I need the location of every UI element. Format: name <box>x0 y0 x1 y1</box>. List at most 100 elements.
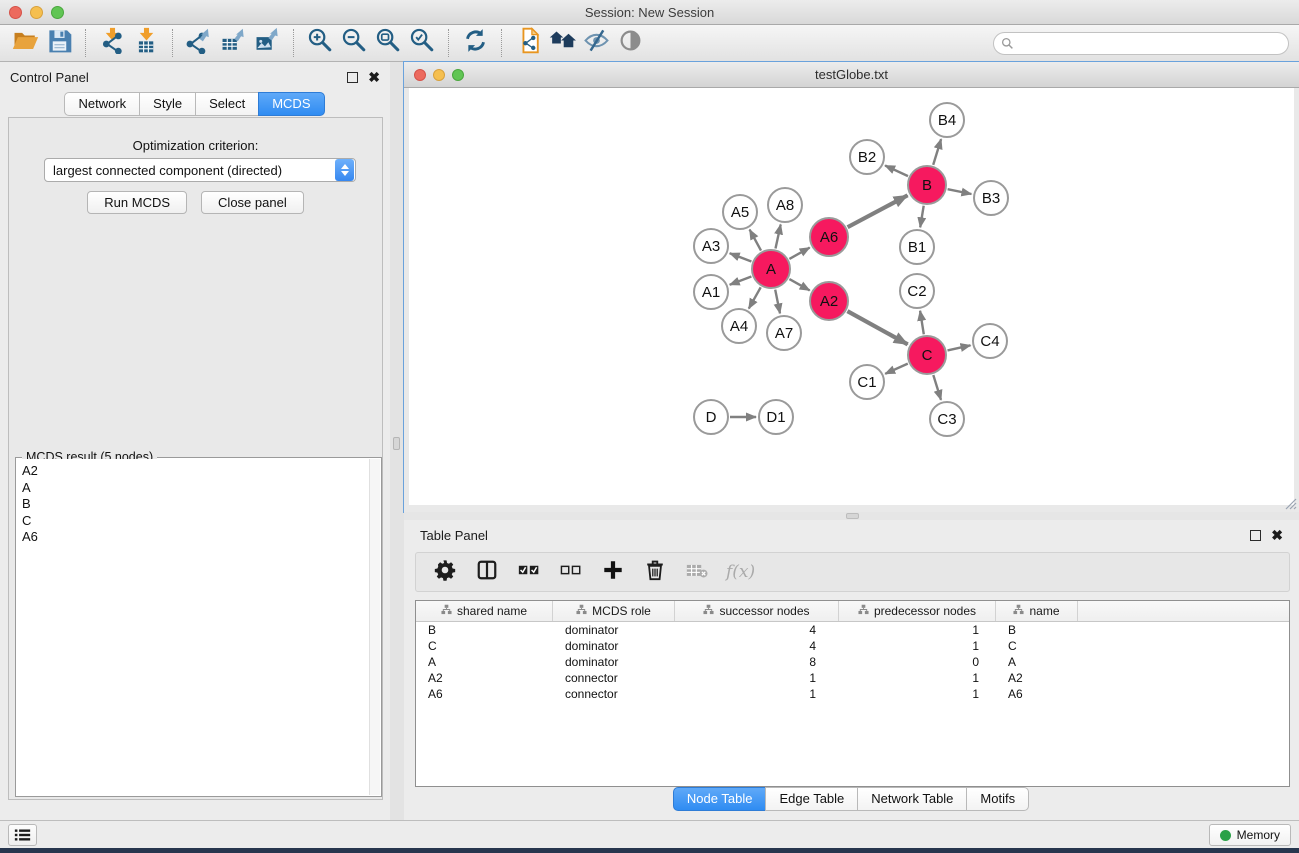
import-table-button[interactable] <box>129 27 163 59</box>
open-file-button[interactable] <box>8 27 42 59</box>
add-column-button[interactable] <box>600 559 626 585</box>
table-settings-button[interactable] <box>432 559 458 585</box>
graph-node-A5[interactable]: A5 <box>722 194 758 230</box>
graph-node-A4[interactable]: A4 <box>721 308 757 344</box>
result-item[interactable]: B <box>22 496 380 513</box>
tab-motifs[interactable]: Motifs <box>966 787 1029 811</box>
toolbar-separator <box>501 29 502 57</box>
table-cell: 1 <box>839 687 996 701</box>
task-history-button[interactable] <box>8 824 37 846</box>
graph-node-A3[interactable]: A3 <box>693 228 729 264</box>
tab-node-table[interactable]: Node Table <box>673 787 767 811</box>
network-window-titlebar[interactable]: testGlobe.txt <box>404 62 1299 88</box>
criterion-select[interactable]: largest connected component (directed) <box>44 158 356 182</box>
result-scrollbar[interactable] <box>369 459 380 795</box>
result-item[interactable]: A2 <box>22 463 380 480</box>
refresh-layout-button[interactable] <box>458 27 492 59</box>
float-panel-icon[interactable] <box>347 72 358 83</box>
graph-edge <box>730 253 752 261</box>
graph-node-A7[interactable]: A7 <box>766 315 802 351</box>
result-item[interactable]: A <box>22 480 380 497</box>
horizontal-splitter[interactable] <box>404 512 1299 520</box>
delete-column-button[interactable] <box>642 559 668 585</box>
tab-select[interactable]: Select <box>195 92 259 116</box>
float-panel-icon[interactable] <box>1250 530 1261 541</box>
table-row[interactable]: A6connector11A6 <box>416 686 1289 702</box>
graph-node-D[interactable]: D <box>693 399 729 435</box>
resize-grip-icon[interactable] <box>1284 497 1297 510</box>
column-header-filler <box>1078 601 1289 621</box>
table-row[interactable]: Cdominator41C <box>416 638 1289 654</box>
close-panel-icon[interactable]: ✖ <box>368 72 380 83</box>
graph-node-C2[interactable]: C2 <box>899 273 935 309</box>
deselect-all-columns-button[interactable] <box>558 559 584 585</box>
zoom-out-button[interactable] <box>337 27 371 59</box>
zoom-in-button[interactable] <box>303 27 337 59</box>
tab-edge-table[interactable]: Edge Table <box>765 787 858 811</box>
graph-node-B1[interactable]: B1 <box>899 229 935 265</box>
column-header-predecessor-nodes[interactable]: predecessor nodes <box>839 601 996 621</box>
graph-node-C3[interactable]: C3 <box>929 401 965 437</box>
main-toolbar <box>0 25 1299 62</box>
result-item[interactable]: C <box>22 513 380 530</box>
graph-node-A8[interactable]: A8 <box>767 187 803 223</box>
toolbar-separator <box>293 29 294 57</box>
graph-node-C4[interactable]: C4 <box>972 323 1008 359</box>
import-network-button[interactable] <box>95 27 129 59</box>
column-header-successor-nodes[interactable]: successor nodes <box>675 601 839 621</box>
table-cell: 0 <box>839 655 996 669</box>
contrast-eye-button[interactable] <box>613 27 647 59</box>
vertical-splitter[interactable] <box>390 62 404 820</box>
search-input[interactable] <box>1018 35 1288 53</box>
select-all-columns-button[interactable] <box>516 559 542 585</box>
tab-network-table[interactable]: Network Table <box>857 787 967 811</box>
home-button[interactable] <box>545 27 579 59</box>
export-network-button[interactable] <box>182 27 216 59</box>
graph-node-B[interactable]: B <box>907 165 947 205</box>
table-cell: A <box>996 655 1078 669</box>
graph-node-A1[interactable]: A1 <box>693 274 729 310</box>
network-canvas[interactable]: A A1 A3A5A8 A4A7 A6 A2 B B1 B2 B3 B4 C C1 C2 C3 C4 D D1 <box>409 88 1294 505</box>
graph-node-B4[interactable]: B4 <box>929 102 965 138</box>
column-header-MCDS-role[interactable]: MCDS role <box>553 601 675 621</box>
graph-node-C[interactable]: C <box>907 335 947 375</box>
result-item[interactable]: A6 <box>22 529 380 546</box>
zoom-selected-icon <box>409 27 436 59</box>
graph-node-C1[interactable]: C1 <box>849 364 885 400</box>
table-cell: B <box>416 623 553 637</box>
tab-style[interactable]: Style <box>139 92 196 116</box>
table-row[interactable]: Adominator80A <box>416 654 1289 670</box>
table-row[interactable]: A2connector11A2 <box>416 670 1289 686</box>
split-view-button[interactable] <box>474 559 500 585</box>
graph-edge <box>933 375 941 400</box>
graph-edge <box>848 195 908 227</box>
search-field[interactable] <box>993 32 1289 55</box>
clone-network-button[interactable] <box>511 27 545 59</box>
memory-button[interactable]: Memory <box>1209 824 1291 846</box>
save-session-button[interactable] <box>42 27 76 59</box>
splitter-grip[interactable] <box>393 437 400 450</box>
graph-node-B2[interactable]: B2 <box>849 139 885 175</box>
zoom-fit-button[interactable] <box>371 27 405 59</box>
run-mcds-button[interactable]: Run MCDS <box>87 191 187 214</box>
close-panel-icon[interactable]: ✖ <box>1271 530 1283 541</box>
zoom-selected-button[interactable] <box>405 27 439 59</box>
column-header-shared-name[interactable]: shared name <box>416 601 553 621</box>
table-cell: 1 <box>839 671 996 685</box>
graph-node-B3[interactable]: B3 <box>973 180 1009 216</box>
table-row[interactable]: Bdominator41B <box>416 622 1289 638</box>
import-table-icon <box>133 27 160 59</box>
tab-mcds[interactable]: MCDS <box>258 92 324 116</box>
export-image-button[interactable] <box>250 27 284 59</box>
hide-panel-button[interactable] <box>579 27 613 59</box>
graph-node-D1[interactable]: D1 <box>758 399 794 435</box>
graph-node-A2[interactable]: A2 <box>809 281 849 321</box>
splitter-grip[interactable] <box>846 513 859 519</box>
graph-node-A[interactable]: A <box>751 249 791 289</box>
export-table-button[interactable] <box>216 27 250 59</box>
close-panel-button[interactable]: Close panel <box>201 191 304 214</box>
tab-network[interactable]: Network <box>64 92 140 116</box>
column-header-name[interactable]: name <box>996 601 1078 621</box>
function-builder-button[interactable]: f(x) <box>726 562 755 582</box>
graph-node-A6[interactable]: A6 <box>809 217 849 257</box>
